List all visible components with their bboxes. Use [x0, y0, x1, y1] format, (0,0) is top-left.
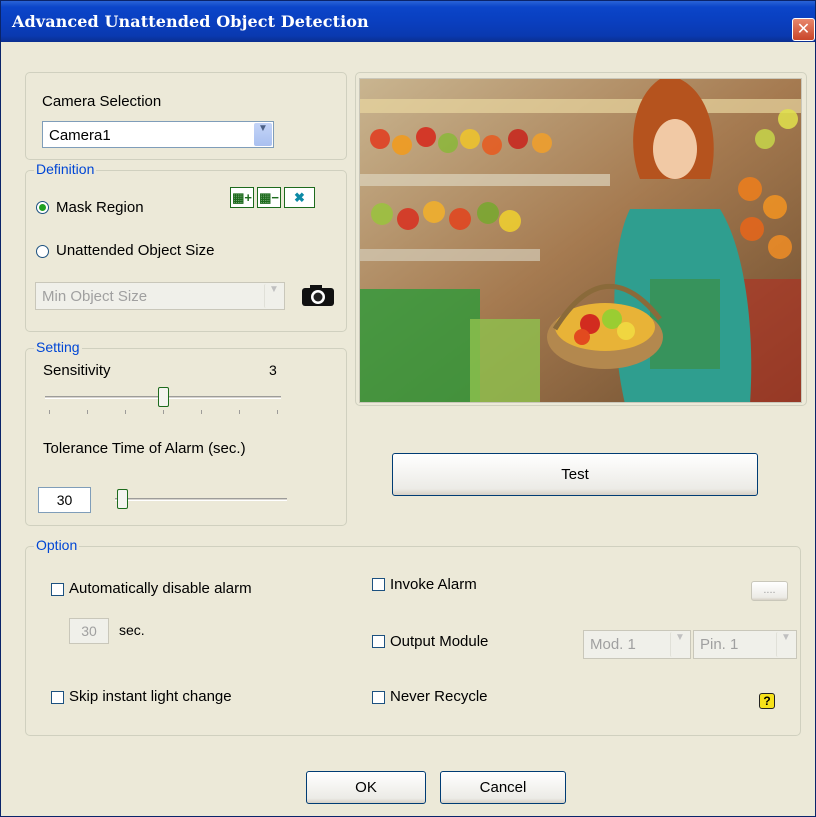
sensitivity-slider[interactable] [158, 387, 169, 407]
never-recycle-checkbox[interactable] [372, 691, 385, 704]
setting-legend: Setting [34, 339, 82, 355]
chevron-down-icon[interactable]: ▼ [264, 284, 283, 308]
pin-select[interactable]: Pin. 1 ▼ [693, 630, 797, 659]
sensitivity-tick [277, 410, 278, 414]
remove-region-icon: ▦− [259, 190, 279, 205]
cancel-button[interactable]: Cancel [440, 771, 566, 804]
skip-light-label: Skip instant light change [69, 688, 232, 705]
remove-region-button[interactable]: ▦− [257, 187, 281, 208]
dialog-window: Advanced Unattended Object Detection ✕ C… [0, 0, 816, 817]
clear-icon: ✖ [294, 190, 305, 205]
mask-region-label: Mask Region [56, 199, 144, 216]
sensitivity-tick [163, 410, 164, 414]
invoke-alarm-checkbox[interactable] [372, 578, 385, 591]
chevron-down-icon[interactable]: ▼ [254, 123, 272, 146]
invoke-alarm-label: Invoke Alarm [390, 576, 477, 593]
tolerance-input[interactable]: 30 [38, 487, 91, 513]
add-region-button[interactable]: ▦+ [230, 187, 254, 208]
alarm-browse-button[interactable]: .... [751, 581, 788, 601]
output-module-label: Output Module [390, 633, 489, 650]
pin-select-value: Pin. 1 [700, 636, 739, 653]
help-icon[interactable]: ? [759, 693, 775, 709]
sensitivity-tick [239, 410, 240, 414]
sensitivity-tick [201, 410, 202, 414]
window-title: Advanced Unattended Object Detection [12, 12, 369, 31]
auto-disable-seconds-input[interactable]: 30 [69, 618, 109, 644]
chevron-down-icon[interactable]: ▼ [776, 632, 795, 657]
auto-disable-sec-label: sec. [119, 622, 145, 638]
camera-selection-label: Camera Selection [42, 93, 162, 110]
preview-scene [360, 79, 801, 402]
sensitivity-tick [125, 410, 126, 414]
title-bar[interactable]: Advanced Unattended Object Detection ✕ [1, 1, 815, 42]
min-object-size-select[interactable]: Min Object Size ▼ [35, 282, 285, 310]
sensitivity-tick [87, 410, 88, 414]
module-select-value: Mod. 1 [590, 636, 636, 653]
sensitivity-tick [49, 410, 50, 414]
camera-preview-image [359, 78, 802, 403]
sensitivity-value: 3 [269, 362, 277, 378]
auto-disable-checkbox[interactable] [51, 583, 64, 596]
output-module-checkbox[interactable] [372, 635, 385, 648]
add-region-icon: ▦+ [232, 190, 252, 205]
tolerance-slider[interactable] [117, 489, 128, 509]
camera-icon[interactable] [300, 284, 336, 308]
test-button[interactable]: Test [392, 453, 758, 496]
module-select[interactable]: Mod. 1 ▼ [583, 630, 691, 659]
tolerance-track [115, 498, 287, 501]
object-size-label: Unattended Object Size [56, 242, 215, 259]
object-size-radio[interactable] [36, 245, 49, 258]
sensitivity-label: Sensitivity [43, 362, 111, 379]
clear-region-button[interactable]: ✖ [284, 187, 315, 208]
definition-legend: Definition [34, 161, 97, 177]
mask-region-radio[interactable] [36, 201, 49, 214]
close-icon[interactable]: ✕ [792, 18, 815, 41]
chevron-down-icon[interactable]: ▼ [670, 632, 689, 657]
min-object-size-value: Min Object Size [42, 288, 148, 305]
auto-disable-label: Automatically disable alarm [69, 580, 252, 597]
never-recycle-label: Never Recycle [390, 688, 488, 705]
tolerance-label: Tolerance Time of Alarm (sec.) [43, 440, 246, 457]
camera-select-value: Camera1 [49, 127, 111, 144]
ok-button[interactable]: OK [306, 771, 426, 804]
skip-light-checkbox[interactable] [51, 691, 64, 704]
camera-panel: Camera Selection Camera1 ▼ [25, 72, 347, 160]
dialog-body: Camera Selection Camera1 ▼ Definition Ma… [5, 42, 813, 814]
option-legend: Option [34, 537, 80, 553]
camera-select[interactable]: Camera1 ▼ [42, 121, 274, 148]
